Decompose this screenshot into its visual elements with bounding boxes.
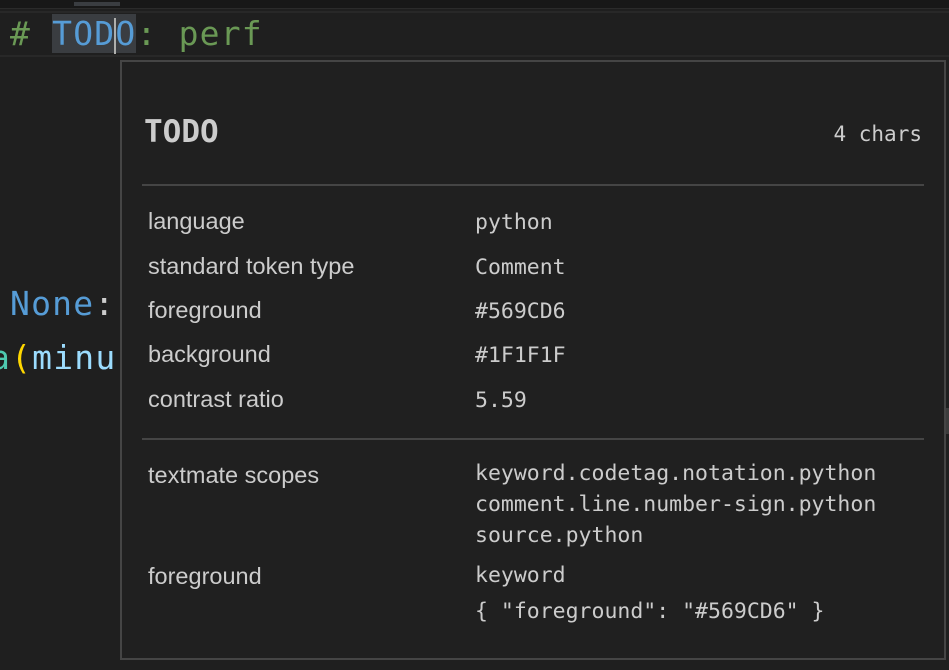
language-value: python xyxy=(475,210,553,235)
colon-token: : xyxy=(94,284,116,323)
open-paren-token: ( xyxy=(11,338,33,377)
todo-token-suffix: O xyxy=(115,14,137,53)
editor-tab-strip xyxy=(0,0,949,9)
textmate-scope: comment.line.number-sign.python xyxy=(475,492,877,517)
background-label: background xyxy=(148,341,271,367)
token-type-value: Comment xyxy=(475,255,566,280)
active-tab-indicator xyxy=(74,2,120,6)
theme-rule-settings: { "foreground": "#569CD6" } xyxy=(475,599,825,624)
textmate-scope: source.python xyxy=(475,523,644,548)
code-line-call[interactable]: a(minu xyxy=(0,336,117,380)
contrast-ratio-label: contrast ratio xyxy=(148,386,284,412)
comment-hash-token: # xyxy=(10,14,32,53)
todo-token-selected[interactable]: TODO xyxy=(52,14,137,54)
todo-token-prefix: TOD xyxy=(52,14,116,53)
textmate-scopes-label: textmate scopes xyxy=(148,462,320,488)
theme-foreground-label: foreground xyxy=(148,563,262,589)
foreground-value: #569CD6 xyxy=(475,299,566,324)
foreground-label: foreground xyxy=(148,297,262,323)
code-line-none[interactable]: None: xyxy=(10,282,115,326)
hover-divider xyxy=(142,438,924,440)
code-line-todo-comment[interactable]: # TODO: perf xyxy=(10,12,263,56)
token-type-label: standard token type xyxy=(148,253,355,279)
theme-rule: keyword { "foreground": "#569CD6" } xyxy=(475,558,825,630)
language-label: language xyxy=(148,208,245,234)
hover-divider xyxy=(142,184,924,186)
background-value: #1F1F1F xyxy=(475,343,566,368)
comment-rest-token: : perf xyxy=(136,14,263,53)
function-name-token: a xyxy=(0,338,11,377)
none-keyword-token: None xyxy=(10,284,95,323)
inspected-token-title: TODO xyxy=(144,114,219,150)
theme-rule-selector: keyword xyxy=(475,563,566,588)
textmate-scopes-list: keyword.codetag.notation.python comment.… xyxy=(475,458,876,551)
token-inspector-hover: TODO 4 chars language python standard to… xyxy=(120,60,946,660)
char-count: 4 chars xyxy=(833,122,922,146)
parameter-token: minu xyxy=(32,338,117,377)
textmate-scope: keyword.codetag.notation.python xyxy=(475,461,877,486)
contrast-ratio-value: 5.59 xyxy=(475,388,527,413)
